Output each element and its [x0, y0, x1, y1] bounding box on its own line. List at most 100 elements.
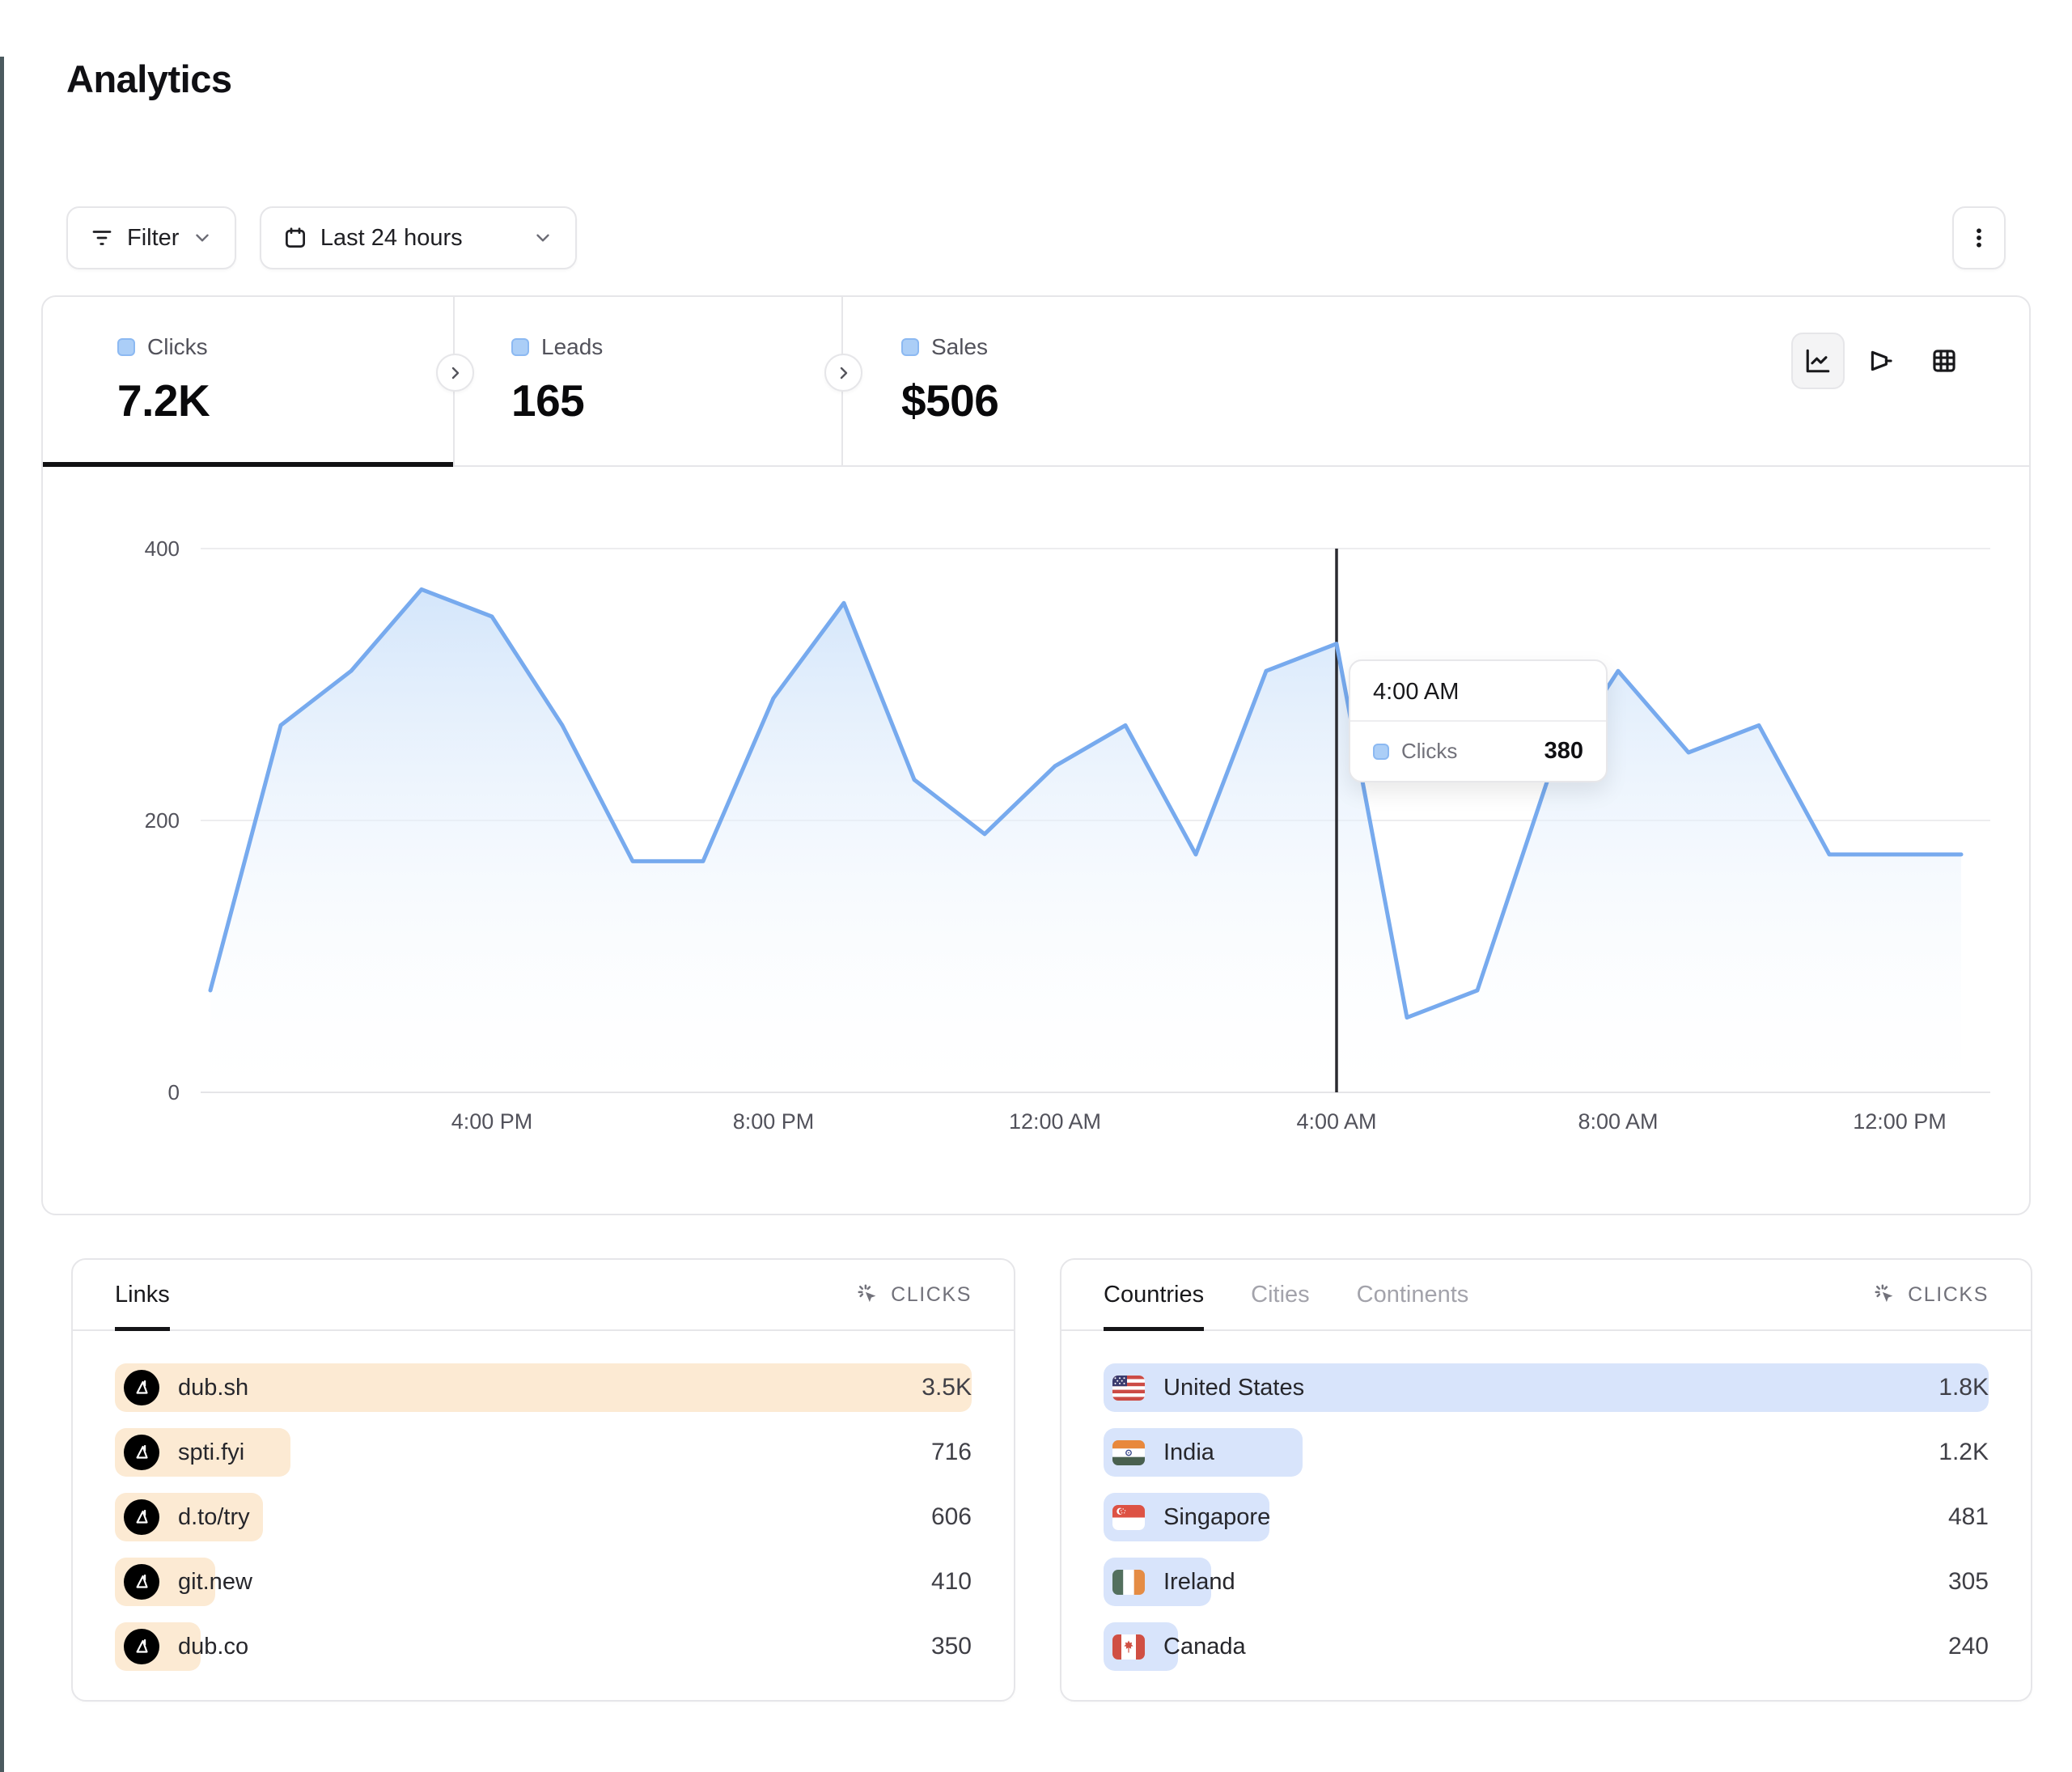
tab-countries[interactable]: Countries — [1104, 1260, 1204, 1329]
kebab-menu-icon — [1967, 226, 1991, 250]
chevron-right-icon — [446, 363, 465, 383]
row-label: India — [1163, 1439, 1214, 1466]
tab-label: Continents — [1357, 1282, 1469, 1308]
clicks-timeseries-chart[interactable]: 40020004:00 PM8:00 PM12:00 AM4:00 AM8:00… — [43, 467, 2029, 1214]
link-row[interactable]: dub.sh 3.5K — [115, 1363, 972, 1412]
dub-logo-icon — [124, 1435, 159, 1470]
country-row[interactable]: United States1.8K — [1104, 1363, 1989, 1412]
stat-label: Clicks — [147, 334, 208, 360]
in-flag-icon — [1112, 1440, 1145, 1465]
calendar-icon — [283, 226, 307, 250]
chevron-right-icon — [834, 363, 854, 383]
svg-text:8:00 AM: 8:00 AM — [1578, 1109, 1658, 1134]
metric-selector[interactable]: CLICKS — [856, 1260, 972, 1329]
window-edge-strip — [0, 57, 4, 1772]
row-label: Singapore — [1163, 1504, 1270, 1531]
link-row[interactable]: spti.fyi 716 — [115, 1428, 972, 1477]
tab-label: Cities — [1251, 1282, 1310, 1308]
tooltip-series-label: Clicks — [1401, 739, 1532, 764]
tab-clicks[interactable]: Clicks 7.2K — [43, 297, 455, 465]
tab-leads[interactable]: Leads 165 — [455, 297, 843, 465]
link-row[interactable]: git.new 410 — [115, 1558, 972, 1606]
tooltip-time: 4:00 AM — [1350, 661, 1606, 722]
country-row[interactable]: Ireland305 — [1104, 1558, 1989, 1606]
row-label: spti.fyi — [178, 1439, 244, 1466]
row-value: 410 — [931, 1558, 972, 1606]
stat-value: 165 — [511, 375, 841, 426]
row-label: Canada — [1163, 1634, 1246, 1660]
leads-legend-icon — [511, 338, 529, 356]
row-label: dub.sh — [178, 1375, 248, 1401]
ca-flag-icon — [1112, 1634, 1145, 1660]
stat-value: 7.2K — [117, 375, 453, 426]
link-row[interactable]: dub.co 350 — [115, 1622, 972, 1671]
tab-cities[interactable]: Cities — [1251, 1260, 1310, 1329]
cursor-click-icon — [1873, 1282, 1897, 1307]
tooltip-value: 380 — [1544, 738, 1583, 765]
countries-panel: Countries Cities Continents CLICKS Unite… — [1060, 1258, 2032, 1702]
page-title: Analytics — [66, 57, 2072, 101]
svg-text:12:00 PM: 12:00 PM — [1853, 1109, 1947, 1134]
chevron-down-icon — [192, 227, 213, 248]
row-label: d.to/try — [178, 1504, 250, 1531]
stat-tabs: Clicks 7.2K Leads 165 Sales $506 — [43, 297, 2029, 467]
sales-legend-icon — [901, 338, 919, 356]
svg-text:12:00 AM: 12:00 AM — [1009, 1109, 1101, 1134]
row-value: 716 — [931, 1428, 972, 1477]
dub-logo-icon — [124, 1629, 159, 1664]
svg-text:8:00 PM: 8:00 PM — [733, 1109, 815, 1134]
metric-label: CLICKS — [1908, 1283, 1989, 1307]
row-value: 481 — [1948, 1493, 1989, 1541]
row-label: git.new — [178, 1569, 252, 1596]
links-panel-header: Links CLICKS — [73, 1260, 1014, 1331]
toolbar: Filter Last 24 hours — [66, 206, 2006, 269]
chevron-down-icon — [532, 227, 553, 248]
expand-clicks-button[interactable] — [436, 354, 474, 392]
tab-label: Links — [115, 1282, 170, 1308]
svg-text:200: 200 — [145, 808, 180, 833]
date-range-label: Last 24 hours — [320, 225, 463, 252]
line-chart-view-button[interactable] — [1791, 333, 1845, 389]
row-value: 606 — [931, 1493, 972, 1541]
dub-logo-icon — [124, 1370, 159, 1405]
ie-flag-icon — [1112, 1570, 1145, 1595]
more-options-button[interactable] — [1952, 206, 2006, 269]
row-label: dub.co — [178, 1634, 248, 1660]
link-row[interactable]: d.to/try 606 — [115, 1493, 972, 1541]
row-value: 3.5K — [922, 1363, 972, 1412]
country-row[interactable]: India1.2K — [1104, 1428, 1989, 1477]
country-row[interactable]: Canada 240 — [1104, 1622, 1989, 1671]
chart-tooltip: 4:00 AM Clicks 380 — [1349, 659, 1608, 782]
table-view-button[interactable] — [1917, 333, 1971, 389]
funnel-view-button[interactable] — [1854, 333, 1908, 389]
chart-type-toggle — [1791, 333, 1971, 389]
svg-text:4:00 PM: 4:00 PM — [451, 1109, 533, 1134]
svg-text:0: 0 — [168, 1080, 180, 1104]
row-value: 240 — [1948, 1622, 1989, 1671]
tab-label: Countries — [1104, 1282, 1204, 1308]
table-grid-icon — [1930, 347, 1958, 375]
area-chart-canvas: 40020004:00 PM8:00 PM12:00 AM4:00 AM8:00… — [43, 467, 2032, 1214]
links-rows: dub.sh 3.5K spti.fyi 716 d.to/try 606 git.new 4… — [73, 1331, 1014, 1671]
breakdown-panels: Links CLICKS dub.sh 3.5K spti.fyi 716 d.to/t… — [71, 1258, 2032, 1702]
country-row[interactable]: Singapore 481 — [1104, 1493, 1989, 1541]
sg-flag-icon — [1112, 1505, 1145, 1530]
date-range-button[interactable]: Last 24 hours — [260, 206, 577, 269]
row-value: 1.8K — [1939, 1363, 1989, 1412]
clicks-legend-icon — [117, 338, 135, 356]
dub-logo-icon — [124, 1564, 159, 1600]
tab-continents[interactable]: Continents — [1357, 1260, 1469, 1329]
tab-links[interactable]: Links — [115, 1260, 170, 1329]
expand-leads-button[interactable] — [824, 354, 862, 392]
countries-panel-header: Countries Cities Continents CLICKS — [1061, 1260, 2031, 1331]
stat-label: Sales — [931, 334, 988, 360]
filter-button[interactable]: Filter — [66, 206, 236, 269]
line-chart-icon — [1804, 347, 1832, 375]
filter-icon — [90, 226, 114, 250]
dub-logo-icon — [124, 1499, 159, 1535]
clicks-legend-icon — [1373, 744, 1389, 760]
row-value: 350 — [931, 1622, 972, 1671]
row-label: Ireland — [1163, 1569, 1235, 1596]
countries-rows: United States1.8K India1.2K Singapore 481 Ir… — [1061, 1331, 2031, 1671]
metric-selector[interactable]: CLICKS — [1873, 1260, 1989, 1329]
